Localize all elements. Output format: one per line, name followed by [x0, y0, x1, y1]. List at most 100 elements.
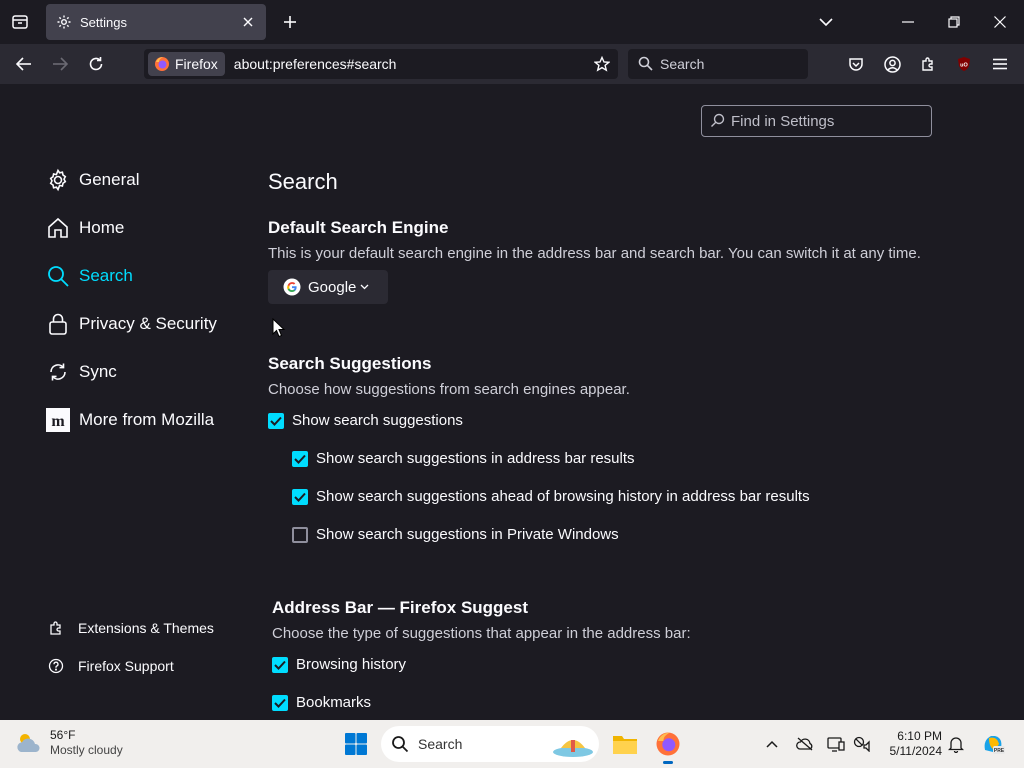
account-icon[interactable] [882, 54, 902, 74]
search-highlight-icon [553, 740, 593, 757]
network-volume-icon[interactable] [852, 734, 872, 754]
checkbox-checked[interactable] [272, 656, 288, 673]
help-icon [47, 657, 65, 675]
address-bar[interactable]: Firefox about:preferences#search [144, 49, 618, 79]
show-search-suggestions-option[interactable]: Show search suggestions [268, 412, 463, 429]
nav-more-from-mozilla[interactable]: m More from Mozilla [46, 408, 214, 432]
windows-start-icon[interactable] [344, 732, 368, 756]
default-engine-heading: Default Search Engine [268, 218, 449, 237]
option-label: Bookmarks [296, 694, 372, 711]
clock-date: 5/11/2024 [889, 744, 943, 758]
suggestions-ahead-of-history-option[interactable]: Show search suggestions ahead of browsin… [292, 488, 810, 505]
identity-label: Firefox [175, 56, 218, 72]
default-engine-select[interactable]: Google [268, 270, 388, 304]
extensions-icon[interactable] [918, 54, 938, 74]
nav-home[interactable]: Home [46, 216, 124, 240]
taskbar-search-box[interactable]: Search [381, 726, 599, 762]
gear-icon [46, 168, 70, 192]
navigation-toolbar: Firefox about:preferences#search Search … [0, 44, 1024, 84]
svg-text:uO: uO [960, 63, 968, 69]
google-icon [283, 278, 301, 296]
reload-icon[interactable] [86, 54, 106, 74]
copilot-icon[interactable]: PRE [980, 731, 1006, 757]
nav-sync-label: Sync [79, 362, 117, 381]
cloudy-weather-icon [17, 734, 40, 752]
list-all-tabs-icon[interactable] [816, 12, 836, 32]
firefox-view-icon[interactable] [10, 12, 30, 32]
lock-icon [46, 312, 70, 336]
svg-text:m: m [51, 413, 65, 430]
new-tab-icon[interactable] [280, 12, 300, 32]
gear-icon [56, 14, 72, 30]
back-icon[interactable] [14, 54, 34, 74]
search-icon [391, 735, 409, 753]
ublock-origin-icon[interactable]: uO [954, 54, 974, 74]
find-in-settings-input[interactable]: Find in Settings [701, 105, 932, 137]
nav-general[interactable]: General [46, 168, 139, 192]
nav-extensions-themes[interactable]: Extensions & Themes [47, 619, 214, 637]
home-icon [46, 216, 70, 240]
firefox-logo-icon [155, 57, 169, 71]
nav-search[interactable]: Search [46, 264, 133, 288]
identity-box[interactable]: Firefox [148, 52, 225, 76]
mozilla-icon: m [46, 408, 70, 432]
search-suggestions-heading: Search Suggestions [268, 354, 432, 373]
option-label: Show search suggestions in address bar r… [316, 450, 635, 467]
nav-extensions-themes-label: Extensions & Themes [78, 620, 214, 636]
display-icon[interactable] [826, 734, 846, 754]
svg-text:PRE: PRE [994, 748, 1005, 754]
checkbox-checked[interactable] [292, 450, 308, 467]
checkbox-unchecked[interactable] [292, 526, 308, 543]
onedrive-offline-icon[interactable] [795, 734, 815, 754]
nav-sync[interactable]: Sync [46, 360, 117, 384]
tab-settings[interactable]: Settings [46, 4, 266, 40]
search-suggestions-description: Choose how suggestions from search engin… [268, 381, 630, 398]
browsing-history-option[interactable]: Browsing history [272, 656, 406, 673]
mouse-cursor-icon [272, 318, 286, 338]
weather-temperature: 56°F [50, 728, 76, 742]
option-label: Show search suggestions ahead of browsin… [316, 488, 810, 505]
page-title: Search [268, 169, 338, 194]
option-label: Show search suggestions in Private Windo… [316, 526, 619, 543]
checkbox-checked[interactable] [272, 694, 288, 711]
nav-more-from-mozilla-label: More from Mozilla [79, 410, 215, 429]
nav-firefox-support[interactable]: Firefox Support [47, 657, 174, 675]
bookmark-star-icon[interactable] [592, 54, 612, 74]
show-hidden-icons-chevron[interactable] [762, 734, 782, 754]
bookmarks-option[interactable]: Bookmarks [272, 694, 371, 711]
restore-icon[interactable] [944, 12, 964, 32]
notification-bell-icon[interactable] [946, 734, 966, 754]
nav-general-label: General [79, 170, 140, 189]
firefox-suggest-heading: Address Bar — Firefox Suggest [272, 598, 529, 617]
search-icon [46, 264, 70, 288]
firefox-suggest-description: Choose the type of suggestions that appe… [272, 625, 691, 642]
close-window-icon[interactable] [990, 12, 1010, 32]
suggestions-in-private-windows-option[interactable]: Show search suggestions in Private Windo… [292, 526, 619, 543]
search-bar[interactable]: Search [628, 49, 808, 79]
weather-widget[interactable]: 56°F Mostly cloudy [14, 728, 123, 758]
tab-title: Settings [80, 14, 127, 30]
tab-bar: Settings [0, 0, 1024, 44]
close-tab-icon[interactable] [240, 14, 256, 30]
puzzle-icon [47, 619, 65, 637]
find-in-settings-placeholder: Find in Settings [731, 112, 835, 130]
checkbox-checked[interactable] [268, 412, 284, 429]
checkbox-checked[interactable] [292, 488, 308, 505]
nav-home-label: Home [79, 218, 125, 237]
system-clock[interactable]: 6:10 PM 5/11/2024 [876, 729, 943, 759]
chevron-down-icon [360, 284, 369, 290]
nav-privacy-security[interactable]: Privacy & Security [46, 312, 217, 336]
pocket-icon[interactable] [846, 54, 866, 74]
sync-icon [46, 360, 70, 384]
search-icon [710, 113, 726, 129]
url-text[interactable]: about:preferences#search [234, 56, 592, 72]
firefox-taskbar-icon[interactable] [652, 728, 684, 764]
file-explorer-icon[interactable] [609, 728, 641, 760]
taskbar-search-label: Search [418, 736, 463, 752]
forward-icon[interactable] [50, 54, 70, 74]
option-label: Show search suggestions [292, 412, 463, 429]
menu-hamburger-icon[interactable] [990, 54, 1010, 74]
suggestions-in-address-bar-option[interactable]: Show search suggestions in address bar r… [292, 450, 635, 467]
minimize-icon[interactable] [898, 12, 918, 32]
default-engine-description: This is your default search engine in th… [268, 245, 921, 262]
